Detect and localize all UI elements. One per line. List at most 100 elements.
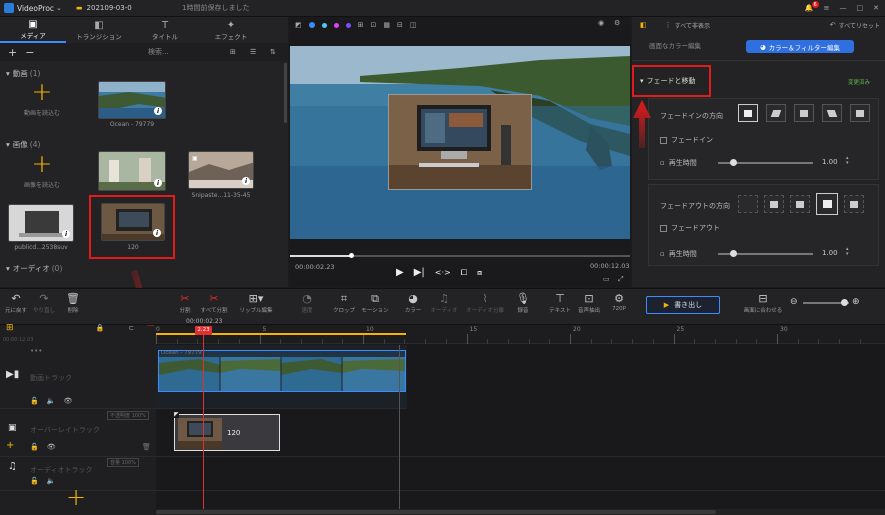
safe-area-icon[interactable]: ⊡ — [371, 21, 377, 29]
scrollbar-thumb[interactable] — [156, 510, 716, 514]
fade-move-section[interactable]: ▾ フェードと移動 — [640, 76, 696, 86]
lock-icon[interactable]: 🔓 — [30, 477, 39, 485]
info-icon[interactable]: i — [62, 230, 70, 238]
slider-knob[interactable] — [841, 299, 849, 306]
delete-button[interactable]: 🗑 削除 — [55, 292, 91, 314]
color-dot-cyan-icon[interactable] — [321, 22, 327, 28]
fade-in-none-option[interactable] — [738, 104, 758, 122]
audio-split-button[interactable]: ⌇ オーディオ分離 — [463, 292, 507, 314]
speed-button[interactable]: ◔ 速度 — [289, 292, 325, 314]
mute-icon[interactable]: 🔈 — [47, 397, 56, 405]
more-icon[interactable]: ••• — [30, 347, 42, 355]
ripple-edit-button[interactable]: ⊞▾ リップル編集 — [238, 292, 274, 314]
work-area-bar[interactable] — [156, 333, 406, 335]
panel-toggle-icon[interactable]: ◧ — [640, 21, 647, 29]
settings-icon[interactable]: ⚙ — [614, 19, 620, 27]
eye-icon[interactable]: 👁 — [47, 443, 56, 451]
slider-knob[interactable] — [730, 250, 737, 257]
tab-transition[interactable]: ◧ トランジション — [66, 17, 132, 43]
fade-out-none-option[interactable] — [738, 195, 758, 213]
info-icon[interactable]: i — [154, 107, 162, 115]
close-icon[interactable]: ✕ — [873, 4, 879, 12]
fade-out-bottom-option[interactable] — [844, 195, 864, 213]
reset-all-button[interactable]: すべてリセット — [839, 21, 880, 30]
overlay-clip[interactable]: ◤ 120 — [174, 411, 280, 451]
info-icon[interactable]: i — [154, 179, 162, 187]
project-menu[interactable]: ▬ 202109-03-0 — [76, 4, 132, 12]
lock-icon[interactable]: 🔓 — [30, 397, 39, 405]
trash-icon[interactable]: 🗑 — [142, 443, 151, 451]
fade-out-duration-value[interactable]: 1.00 — [822, 249, 838, 257]
out-point-icon[interactable]: ⧈ — [477, 268, 482, 278]
tab-media[interactable]: ▣ メディア — [0, 17, 66, 43]
mute-icon[interactable]: 🔈 — [47, 477, 56, 485]
compare-icon[interactable]: ◫ — [410, 21, 417, 29]
hide-all-button[interactable]: すべて非表示 — [675, 21, 710, 30]
resolution-button[interactable]: ⚙ 720P — [601, 292, 637, 312]
fade-out-duration-slider[interactable] — [718, 250, 813, 257]
video-preview[interactable] — [290, 46, 630, 239]
maximize-icon[interactable]: □ — [857, 4, 864, 12]
remove-media-button[interactable]: − — [25, 46, 34, 59]
notification-bell-icon[interactable]: 🔔 6 — [805, 1, 819, 12]
zoom-in-icon[interactable]: ⊕ — [852, 297, 860, 307]
export-button[interactable]: ▶ 書き出し — [646, 296, 720, 314]
magnet-icon[interactable]: ⊂ — [128, 324, 134, 332]
record-button[interactable]: 🎙 録音 — [505, 292, 541, 314]
media-thumb-120[interactable]: i — [101, 203, 165, 241]
fit-to-screen-button[interactable]: ⊟ 画面に合わせる — [742, 292, 784, 314]
stepper-icon[interactable]: ▴ ▾ — [846, 247, 849, 257]
list-view-icon[interactable]: ☰ — [250, 48, 256, 56]
split-all-button[interactable]: ✂ すべて分割 — [196, 292, 232, 314]
playhead-handle[interactable]: 2.23 — [195, 326, 212, 335]
zoom-out-icon[interactable]: ⊖ — [790, 297, 798, 307]
fade-out-left-option[interactable] — [764, 195, 784, 213]
screen-icon[interactable]: ▭ — [603, 275, 610, 283]
fade-out-right-option[interactable] — [816, 193, 838, 215]
menu-icon[interactable]: ≡ — [824, 4, 830, 12]
fade-out-checkbox[interactable]: フェードアウト — [660, 223, 720, 233]
preview-progress[interactable] — [290, 253, 630, 258]
import-video-button[interactable]: + 動画を読込む — [22, 79, 62, 117]
ruler-icon[interactable]: ⊟ — [397, 21, 403, 29]
tab-effect[interactable]: ✦ エフェクト — [198, 17, 264, 43]
fullscreen-icon[interactable]: ⤢ — [618, 275, 624, 284]
grid-icon[interactable]: ⊞ — [358, 21, 364, 29]
motion-button[interactable]: ⧉ モーション — [357, 292, 393, 314]
media-thumb-snipaste[interactable]: ▣ i — [188, 151, 254, 189]
lock-icon[interactable]: 🔓 — [30, 443, 39, 451]
info-icon[interactable]: i — [153, 229, 161, 237]
zoom-slider[interactable] — [803, 299, 849, 306]
slider-knob[interactable] — [730, 159, 737, 166]
grid-view-icon[interactable]: ⊞ — [230, 48, 236, 56]
add-track-plus-icon[interactable]: + — [66, 485, 86, 509]
color-dot-blue-icon[interactable] — [308, 22, 315, 28]
add-overlay-icon[interactable]: + — [6, 440, 14, 451]
layout-icon[interactable]: ▦ — [383, 21, 390, 29]
play-icon[interactable]: ▶ — [396, 267, 404, 278]
fade-in-duration-value[interactable]: 1.00 — [822, 158, 838, 166]
library-scrollbar[interactable] — [284, 63, 287, 123]
media-thumb-people[interactable]: i — [98, 151, 166, 191]
snapshot-icon[interactable]: ◉ — [598, 19, 604, 27]
color-dot-magenta-icon[interactable] — [333, 22, 339, 28]
eye-icon[interactable]: 👁 — [63, 397, 72, 405]
stepper-icon[interactable]: ▴ ▾ — [846, 156, 849, 166]
loop-range-icon[interactable]: <·> — [435, 268, 451, 277]
in-point-icon[interactable]: ⧠ — [461, 268, 467, 278]
fade-in-bottom-option[interactable] — [850, 104, 870, 122]
search-input[interactable]: 検索... — [148, 47, 169, 57]
timeline-scrollbar[interactable] — [156, 509, 885, 515]
fade-in-duration-slider[interactable] — [718, 159, 813, 166]
video-clip[interactable]: Ocean - 79779 — [158, 350, 406, 392]
add-media-button[interactable]: + — [8, 46, 17, 59]
tab-title[interactable]: T タイトル — [132, 17, 198, 43]
next-frame-icon[interactable]: ▶| — [414, 267, 425, 278]
color-dot-purple-icon[interactable] — [345, 22, 351, 28]
media-thumb-laptop[interactable]: i — [8, 204, 74, 242]
sort-icon[interactable]: ⇅ — [270, 48, 276, 56]
add-track-icon[interactable]: ⊞ — [6, 323, 14, 333]
fade-out-top-option[interactable] — [790, 195, 810, 213]
info-icon[interactable]: i — [242, 177, 250, 185]
color-filter-button[interactable]: ◕ カラー＆フィルター編集 — [746, 40, 854, 53]
